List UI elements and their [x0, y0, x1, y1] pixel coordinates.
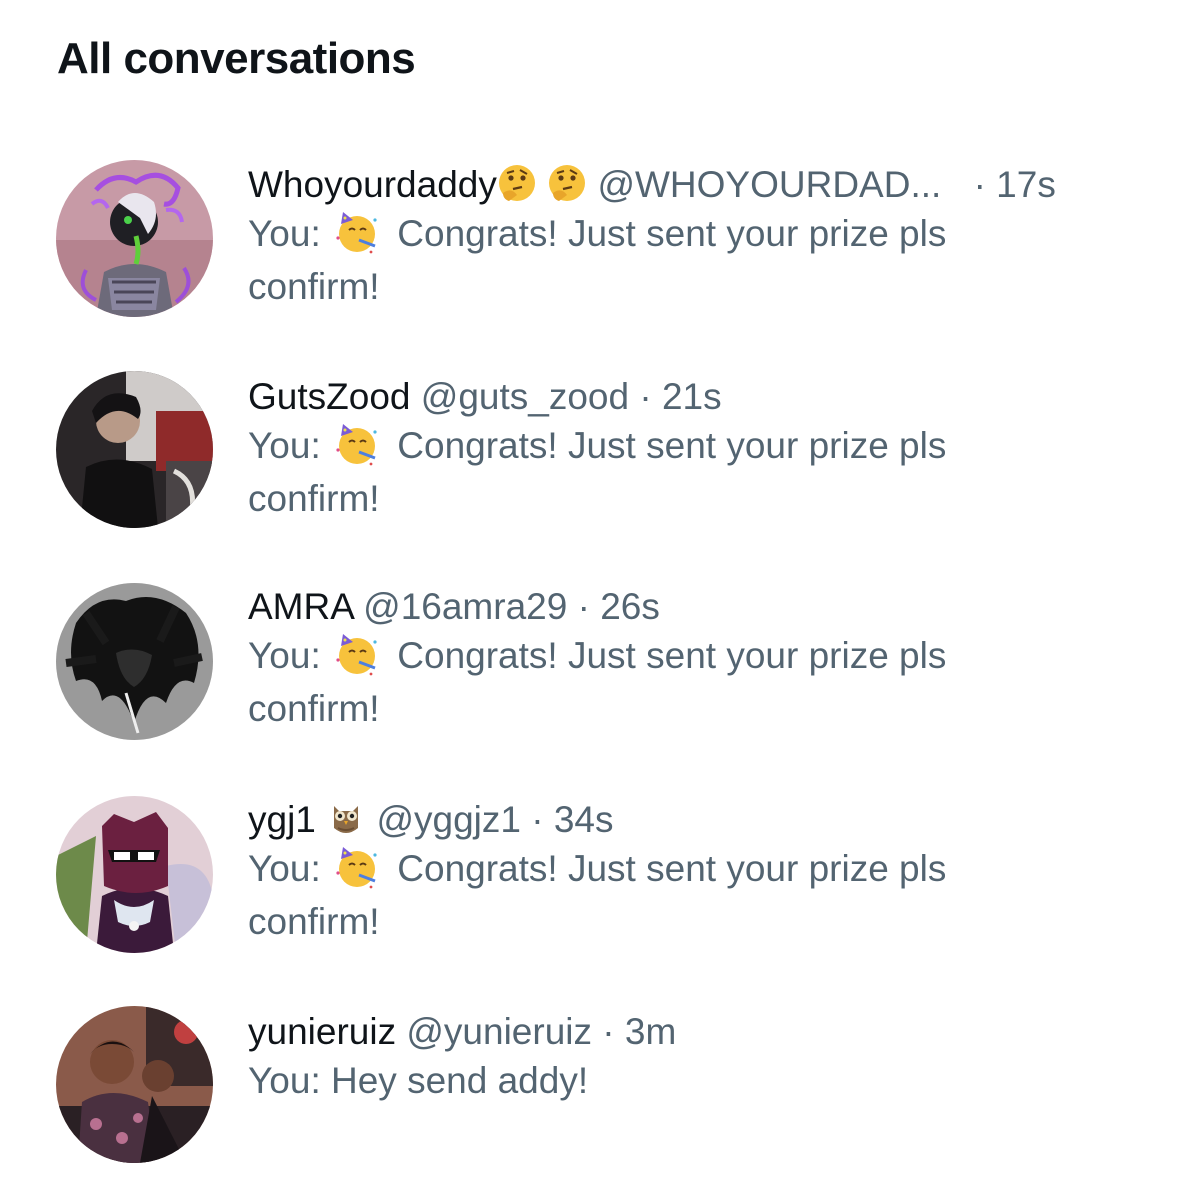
- contact-name: GutsZood: [248, 376, 411, 417]
- timestamp: 26s: [600, 586, 660, 627]
- contact-name: AMRA: [248, 586, 353, 627]
- thinking-face-icon: [547, 164, 587, 205]
- message-prefix: You:: [248, 848, 321, 889]
- avatar[interactable]: [56, 160, 213, 317]
- contact-handle: @yggjz1: [376, 799, 521, 840]
- timestamp: 21s: [661, 376, 722, 417]
- conversation-item[interactable]: AMRA @16amra29 · 26s You: Congrats! Just…: [0, 577, 1197, 757]
- contact-name: Whoyourdaddy: [248, 164, 497, 205]
- contact-handle: @guts_zood: [420, 376, 630, 417]
- conversation-item[interactable]: Whoyourdaddy @WHOYOURDAD... · 17s You: C…: [0, 155, 1197, 335]
- contact-handle: @WHOYOURDAD...: [597, 164, 942, 205]
- avatar[interactable]: [56, 1006, 213, 1163]
- conversation-item[interactable]: ygj1 @yggjz1 · 34s You: Congrats! Just s…: [0, 790, 1197, 970]
- contact-handle: @16amra29: [363, 586, 568, 627]
- message-text: Hey send addy!: [331, 1060, 589, 1101]
- separator-dot: ·: [639, 376, 652, 417]
- timestamp: 17s: [996, 164, 1056, 205]
- partying-face-icon: [335, 845, 379, 889]
- separator-dot: ·: [577, 586, 590, 627]
- separator-dot: ·: [531, 799, 544, 840]
- contact-handle: @yunieruiz: [406, 1011, 592, 1052]
- message-preview: You: Congrats! Just sent your prize pls …: [248, 419, 1068, 525]
- message-preview: You: Congrats! Just sent your prize pls …: [248, 842, 1068, 948]
- message-prefix: You:: [248, 635, 321, 676]
- partying-face-icon: [335, 422, 379, 466]
- message-prefix: You:: [248, 425, 321, 466]
- page-title: All conversations: [57, 34, 416, 83]
- avatar[interactable]: [56, 796, 213, 953]
- message-preview: You: Congrats! Just sent your prize pls …: [248, 207, 1068, 313]
- message-prefix: You:: [248, 213, 321, 254]
- separator-dot: ·: [973, 164, 986, 205]
- partying-face-icon: [335, 210, 379, 254]
- partying-face-icon: [335, 632, 379, 676]
- conversation-item[interactable]: GutsZood @guts_zood · 21s You: Congrats!…: [0, 365, 1197, 545]
- avatar[interactable]: [56, 371, 213, 528]
- message-preview: You: Hey send addy!: [248, 1054, 1068, 1107]
- contact-name: yunieruiz: [248, 1011, 397, 1052]
- message-prefix: You:: [248, 1060, 321, 1101]
- timestamp: 34s: [553, 799, 614, 840]
- owl-icon: [326, 799, 366, 840]
- contact-name: ygj1: [248, 799, 316, 840]
- timestamp: 3m: [624, 1011, 677, 1052]
- thinking-face-icon: [497, 164, 537, 205]
- conversation-item[interactable]: yunieruiz @yunieruiz · 3m You: Hey send …: [0, 1000, 1197, 1170]
- avatar[interactable]: [56, 583, 213, 740]
- separator-dot: ·: [602, 1011, 615, 1052]
- message-preview: You: Congrats! Just sent your prize pls …: [248, 629, 1068, 735]
